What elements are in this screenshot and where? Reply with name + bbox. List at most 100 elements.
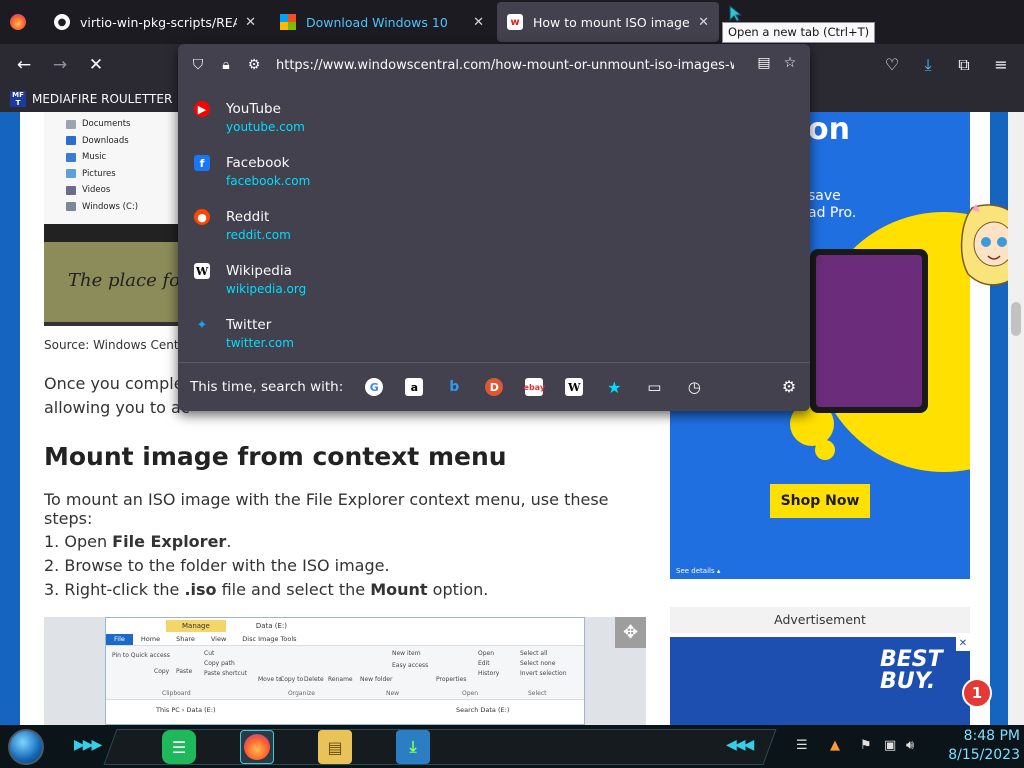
- window-titlebar: Manage Data (E:): [106, 618, 584, 634]
- file-explorer-icon[interactable]: ▤: [318, 730, 352, 764]
- search-settings-icon[interactable]: ⚙: [780, 378, 798, 396]
- firefox-view-button[interactable]: [0, 2, 42, 42]
- downloads-icon[interactable]: ⤓: [917, 54, 939, 76]
- bookmark-mediafire-rouletter[interactable]: MEDIAFIRE ROULETTER: [32, 92, 172, 106]
- menu-icon[interactable]: ≡: [990, 54, 1012, 76]
- result-facebook[interactable]: f Facebook facebook.com: [178, 150, 810, 204]
- step-item: 1. Open File Explorer.: [44, 532, 232, 551]
- page-scrollbar[interactable]: [1008, 112, 1024, 725]
- duckduckgo-icon[interactable]: D: [485, 378, 504, 396]
- tab-strip: ● virtio-win-pkg-scripts/README.m ✕ Down…: [0, 0, 1024, 44]
- folder-icon: [66, 119, 76, 129]
- drive-icon: [66, 202, 76, 212]
- top-sites-list: ▶ YouTube youtube.com f Facebook facebook.…: [178, 96, 810, 366]
- tab-download-windows[interactable]: Download Windows 10 ✕: [270, 2, 494, 42]
- system-clock[interactable]: 8:48 PM 8/15/2023: [930, 727, 1020, 765]
- section-heading: Mount image from context menu: [44, 442, 507, 471]
- start-button[interactable]: [8, 729, 44, 765]
- tabs-icon[interactable]: ▭: [645, 378, 663, 396]
- explorer-item: Pictures: [44, 166, 184, 183]
- ad-decoration: [815, 440, 835, 460]
- ipad-image: [810, 249, 928, 413]
- permissions-icon[interactable]: ⚙: [244, 55, 264, 75]
- explorer-window: Manage Data (E:) File Home Share View Di…: [105, 617, 585, 725]
- result-twitter[interactable]: ✦ Twitter twitter.com: [178, 312, 810, 366]
- image-caption: Source: Windows Centra: [44, 338, 191, 352]
- tab-label: virtio-win-pkg-scripts/README.m: [80, 14, 238, 30]
- explorer-item: Music: [44, 149, 184, 166]
- bing-icon[interactable]: b: [445, 378, 463, 396]
- reddit-icon: ●: [194, 209, 210, 225]
- stop-button[interactable]: ✕: [82, 52, 110, 78]
- notification-badge[interactable]: 1: [962, 678, 992, 708]
- forward-button[interactable]: →: [46, 52, 74, 78]
- ribbon-tabs: File Home Share View Disc Image Tools: [106, 634, 584, 645]
- shop-now-button[interactable]: Shop Now: [770, 484, 870, 518]
- tray-overflow-icon[interactable]: ☰: [796, 738, 808, 753]
- twitter-icon: ✦: [196, 317, 208, 333]
- expand-icon[interactable]: ✥: [615, 617, 646, 648]
- step-item: 2. Browse to the folder with the ISO ima…: [44, 556, 390, 575]
- tray-app-icon[interactable]: ▲: [830, 738, 840, 753]
- back-button[interactable]: ←: [10, 52, 38, 78]
- page-background: [0, 112, 20, 725]
- tab-label: How to mount ISO images on W: [533, 14, 690, 30]
- see-details-link[interactable]: See details ▴: [676, 567, 720, 575]
- result-wikipedia[interactable]: W Wikipedia wikipedia.org: [178, 258, 810, 312]
- close-tab-icon[interactable]: ✕: [473, 15, 484, 30]
- explorer-item: Documents: [44, 116, 184, 133]
- explorer-item: Videos: [44, 182, 184, 199]
- windows-icon: [280, 14, 296, 30]
- lock-icon[interactable]: 🔒︎: [216, 55, 236, 75]
- ad-headline: on: [808, 112, 850, 147]
- firefox-icon: [10, 14, 26, 30]
- ebay-icon[interactable]: ebay: [524, 378, 545, 396]
- youtube-icon: ▶: [194, 101, 210, 117]
- address-bar: This PC › Data (E:) Search Data (E:): [156, 706, 510, 714]
- firefox-taskbar-icon[interactable]: [240, 730, 274, 764]
- new-tab-tooltip: Open a new tab (Ctrl+T): [722, 22, 876, 43]
- close-tab-icon[interactable]: ✕: [245, 15, 256, 30]
- explorer-item: Downloads: [44, 133, 184, 150]
- taskbar-frame: [103, 729, 777, 765]
- history-icon[interactable]: ◷: [685, 378, 703, 396]
- network-icon[interactable]: ▣: [884, 738, 896, 753]
- bookmark-star-icon[interactable]: ☆: [780, 55, 800, 75]
- videos-icon: [66, 185, 76, 195]
- tab-mount-iso[interactable]: w How to mount ISO images on W ✕: [497, 2, 719, 42]
- close-ad-icon[interactable]: ✕: [956, 637, 970, 651]
- bestbuy-ad[interactable]: BEST BUY. ✕: [670, 637, 970, 725]
- notes-app-icon[interactable]: ☰: [162, 730, 196, 764]
- tab-github[interactable]: ● virtio-win-pkg-scripts/README.m ✕: [44, 2, 266, 42]
- url-text[interactable]: https://www.windowscentral.com/how-mount…: [276, 58, 734, 73]
- result-youtube[interactable]: ▶ YouTube youtube.com: [178, 96, 810, 150]
- step-item: 3. Right-click the .iso file and select …: [44, 580, 489, 599]
- bestbuy-logo: BEST BUY.: [880, 647, 943, 694]
- close-tab-icon[interactable]: ✕: [698, 15, 709, 30]
- shield-icon[interactable]: ⛉: [188, 55, 208, 75]
- flag-icon[interactable]: ⚑: [860, 738, 872, 753]
- decoration-chevrons: ◀◀◀: [726, 737, 754, 753]
- explorer-item: Windows (C:): [44, 199, 184, 216]
- volume-icon[interactable]: 🔊︎: [906, 738, 914, 753]
- facebook-icon: f: [194, 155, 210, 171]
- taskbar: ▶▶▶ ☰ ▤ ⤓ ◀◀◀ ☰ ▲ ⚑ ▣ 🔊︎ 8:48 PM 8/15/20…: [0, 725, 1024, 768]
- reader-view-icon[interactable]: ▤: [754, 55, 774, 75]
- extensions-icon[interactable]: ⧉: [953, 54, 975, 76]
- google-icon[interactable]: G: [365, 378, 384, 396]
- result-reddit[interactable]: ● Reddit reddit.com: [178, 204, 810, 258]
- download-manager-icon[interactable]: ⤓: [396, 730, 430, 764]
- decoration-chevrons: ▶▶▶: [74, 737, 102, 753]
- url-field[interactable]: ⛉ 🔒︎ ⚙ https://www.windowscentral.com/ho…: [178, 44, 810, 86]
- search-with-label: This time, search with:: [190, 379, 344, 395]
- pictures-icon: [66, 169, 76, 179]
- pocket-icon[interactable]: ♡: [881, 54, 903, 76]
- explorer-ribbon-screenshot: Manage Data (E:) File Home Share View Di…: [44, 617, 646, 725]
- steps-list: 1. Open File Explorer. 2. Browse to the …: [44, 530, 488, 602]
- wikipedia-icon[interactable]: W: [565, 378, 584, 396]
- divider: [44, 224, 184, 242]
- intro-paragraph: To mount an ISO image with the File Expl…: [44, 490, 609, 528]
- amazon-icon[interactable]: a: [405, 378, 424, 396]
- scrollbar-thumb[interactable]: [1011, 302, 1021, 336]
- bookmarks-icon[interactable]: ★: [605, 378, 623, 397]
